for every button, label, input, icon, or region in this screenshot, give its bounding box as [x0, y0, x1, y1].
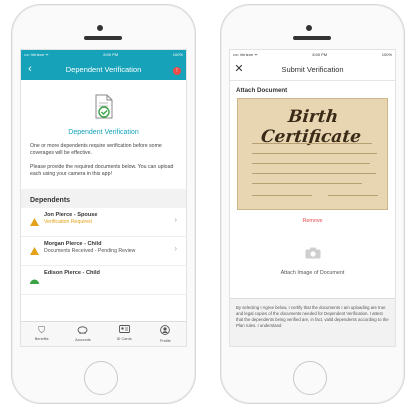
dependent-item-jon[interactable]: Jon Pierce - Spouse Verification Require… — [21, 208, 186, 237]
remove-link[interactable]: Remove — [230, 218, 395, 224]
id-card-icon — [104, 325, 145, 335]
attach-document-title: Attach Document — [236, 87, 288, 94]
carrier-label: •••• Verizon ᯤ — [24, 51, 49, 57]
alert-badge-icon: ! — [173, 67, 181, 75]
phone-right: •••• Verizon ᯤ 8:00 PM 100% ✕ Submit Ver… — [220, 4, 405, 404]
tab-label: ID Cards — [116, 337, 132, 341]
status-bar: •••• Verizon ᯤ 8:00 PM 100% — [21, 50, 186, 59]
tab-accounts[interactable]: Accounts — [62, 322, 103, 346]
dependents-list: Jon Pierce - Spouse Verification Require… — [21, 208, 186, 295]
tab-benefits[interactable]: ⛉ Benefits — [21, 322, 62, 346]
tab-profile[interactable]: Profile — [145, 322, 186, 346]
status-check-icon — [30, 271, 39, 289]
home-button[interactable] — [84, 361, 118, 395]
nav-bar: ‹ Dependent Verification ! — [21, 59, 186, 80]
page-title: Dependent Verification — [65, 65, 142, 74]
shield-icon: ⛉ — [38, 325, 45, 335]
close-icon: ✕ — [234, 63, 244, 75]
carrier-label: •••• Verizon ᯤ — [233, 51, 258, 57]
nav-bar: ✕ Submit Verification — [230, 59, 395, 81]
close-button[interactable]: ✕ — [230, 59, 248, 80]
submit-verification-screen: •••• Verizon ᯤ 8:00 PM 100% ✕ Submit Ver… — [229, 49, 396, 347]
phone-speaker — [293, 36, 331, 40]
battery-label: 100% — [381, 52, 392, 57]
dependents-header: Dependents — [21, 189, 186, 208]
alerts-button[interactable]: ! — [168, 59, 186, 80]
back-button[interactable]: ‹ — [21, 59, 39, 80]
phone-camera — [97, 25, 103, 31]
chevron-right-icon: › — [174, 215, 177, 224]
time-label: 8:00 PM — [312, 52, 328, 57]
dependent-name: Jon Pierce - Spouse — [44, 212, 98, 218]
phone-speaker — [84, 36, 122, 40]
birth-certificate-image: Birth Certificate — [237, 98, 388, 210]
dependent-status: Verification Required — [44, 219, 92, 225]
page-title: Submit Verification — [281, 65, 344, 74]
dependent-name: Morgan Pierce - Child — [44, 241, 102, 247]
tab-bar: ⛉ Benefits Accounts ID Cards Profile — [21, 321, 186, 346]
attach-image-label: Attach Image of Document — [280, 270, 345, 276]
dependent-status: Documents Received - Pending Review — [44, 248, 136, 254]
chevron-right-icon: › — [174, 244, 177, 253]
phone-left: •••• Verizon ᯤ 8:00 PM 100% ‹ Dependent … — [11, 4, 196, 404]
battery-label: 100% — [172, 52, 183, 57]
tab-label: Benefits — [34, 337, 49, 341]
tab-label: Accounts — [75, 338, 91, 342]
chevron-left-icon: ‹ — [28, 63, 32, 75]
time-label: 8:00 PM — [103, 52, 119, 57]
warning-icon — [30, 213, 39, 231]
dependent-verification-screen: •••• Verizon ᯤ 8:00 PM 100% ‹ Dependent … — [20, 49, 187, 347]
dependent-item-edison[interactable]: Edison Pierce - Child — [21, 266, 186, 295]
attach-image-button[interactable]: Attach Image of Document — [230, 246, 395, 276]
status-bar: •••• Verizon ᯤ 8:00 PM 100% — [230, 50, 395, 59]
tab-id-cards[interactable]: ID Cards — [104, 322, 145, 346]
dependent-item-morgan[interactable]: Morgan Pierce - Child Documents Received… — [21, 237, 186, 266]
section-heading: Dependent Verification — [68, 129, 139, 136]
home-button[interactable] — [293, 361, 327, 395]
upload-instructions-text: Please provide the required documents be… — [30, 164, 174, 177]
tab-label: Profile — [159, 339, 171, 343]
verification-intro-text: One or more dependents require verificat… — [30, 143, 162, 156]
user-icon — [145, 325, 186, 337]
dependent-name: Edison Pierce - Child — [44, 270, 100, 276]
piggy-bank-icon — [62, 325, 103, 336]
warning-icon — [30, 242, 39, 260]
legal-agreement-text: By selecting I Agree below, I certify th… — [230, 298, 395, 346]
phone-camera — [306, 25, 312, 31]
document-check-icon — [21, 94, 186, 125]
camera-icon — [305, 246, 321, 263]
dependents-title: Dependents — [30, 197, 71, 204]
certificate-title: Birth Certificate — [259, 107, 363, 147]
